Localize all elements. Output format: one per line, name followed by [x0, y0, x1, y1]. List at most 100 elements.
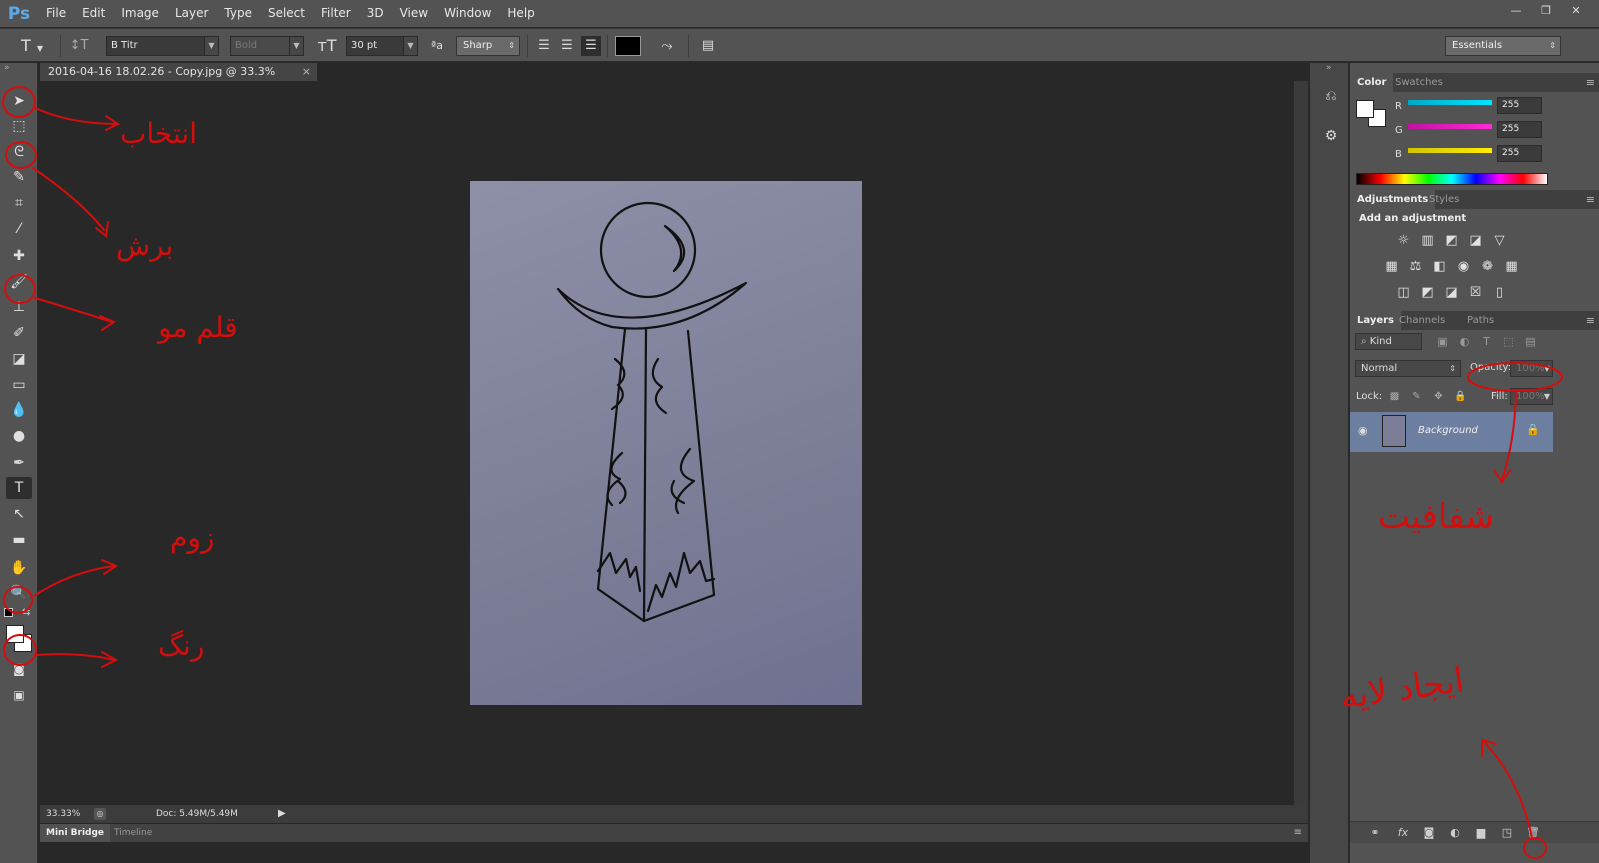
- new-adjustment-icon[interactable]: ◐: [1447, 825, 1463, 841]
- clone-stamp-tool-icon[interactable]: ⊥: [6, 296, 32, 318]
- marquee-tool-icon[interactable]: ⬚: [6, 115, 32, 137]
- move-tool-icon[interactable]: ➤: [6, 90, 32, 112]
- fx-icon[interactable]: fx: [1395, 825, 1411, 841]
- tab-swatches[interactable]: Swatches: [1388, 73, 1450, 92]
- screen-mode-icon[interactable]: ▣: [6, 684, 32, 706]
- color-balance-icon[interactable]: ⚖: [1407, 259, 1424, 274]
- path-select-tool-icon[interactable]: ↖: [6, 503, 32, 525]
- blur-tool-icon[interactable]: 💧: [6, 399, 32, 421]
- lock-position-icon[interactable]: ✥: [1430, 389, 1447, 404]
- blend-mode-select[interactable]: Normal ⇕: [1355, 360, 1461, 377]
- antialias-select[interactable]: Sharp ⇕: [456, 36, 520, 56]
- tab-color[interactable]: Color: [1350, 73, 1394, 92]
- lock-transparent-icon[interactable]: ▩: [1386, 389, 1403, 404]
- panel-menu-icon[interactable]: ≡: [1586, 311, 1595, 330]
- filter-adjustment-icon[interactable]: ◐: [1456, 334, 1473, 349]
- document-tab[interactable]: 2016-04-16 18.02.26 - Copy.jpg @ 33.3% (…: [40, 63, 317, 96]
- zoom-tool-icon[interactable]: 🔍: [6, 582, 32, 604]
- black-white-icon[interactable]: ◧: [1431, 259, 1448, 274]
- eyedropper-tool-icon[interactable]: ⁄: [6, 218, 32, 240]
- menu-3d[interactable]: 3D: [359, 0, 392, 27]
- curves-icon[interactable]: ◩: [1443, 233, 1460, 248]
- channel-b-slider[interactable]: [1408, 148, 1492, 153]
- color-lookup-icon[interactable]: ▦: [1503, 259, 1520, 274]
- color-foreground-swatch[interactable]: [1356, 100, 1374, 118]
- eraser-tool-icon[interactable]: ◪: [6, 348, 32, 370]
- properties-panel-icon[interactable]: ⚙: [1320, 125, 1342, 147]
- tab-mini-bridge[interactable]: Mini Bridge: [40, 824, 111, 842]
- menu-filter[interactable]: Filter: [313, 0, 359, 27]
- crop-tool-icon[interactable]: ⌗: [6, 192, 32, 214]
- close-icon[interactable]: ×: [302, 63, 311, 81]
- channel-mixer-icon[interactable]: ❁: [1479, 259, 1496, 274]
- gradient-tool-icon[interactable]: ▭: [6, 374, 32, 396]
- threshold-icon[interactable]: ◪: [1443, 285, 1460, 300]
- menu-image[interactable]: Image: [113, 0, 167, 27]
- brightness-icon[interactable]: ☼: [1395, 233, 1412, 248]
- fill-input[interactable]: 100% ▼: [1510, 388, 1553, 405]
- canvas-area[interactable]: [40, 81, 1308, 805]
- default-colors-icon[interactable]: [4, 608, 13, 617]
- workspace-select[interactable]: Essentials ⇕: [1445, 36, 1561, 56]
- rectangle-tool-icon[interactable]: ▬: [6, 529, 32, 551]
- font-style-select[interactable]: Bold ▼: [230, 36, 304, 56]
- text-orientation-icon[interactable]: ↕T: [66, 36, 92, 56]
- vibrance-icon[interactable]: ▽: [1491, 233, 1508, 248]
- menu-edit[interactable]: Edit: [74, 0, 113, 27]
- history-panel-icon[interactable]: ⎌: [1320, 85, 1342, 107]
- gradient-map-icon[interactable]: ▯: [1491, 285, 1508, 300]
- channel-g-value[interactable]: 255: [1497, 121, 1542, 138]
- menu-type[interactable]: Type: [216, 0, 260, 27]
- history-brush-tool-icon[interactable]: ✐: [6, 322, 32, 344]
- restore-button[interactable]: ❐: [1533, 2, 1559, 20]
- invert-icon[interactable]: ◫: [1395, 285, 1412, 300]
- pen-tool-icon[interactable]: ✒: [6, 452, 32, 474]
- filter-type-icon[interactable]: T: [1478, 334, 1495, 349]
- new-layer-icon[interactable]: ◳: [1499, 825, 1515, 841]
- hue-saturation-icon[interactable]: ▦: [1383, 259, 1400, 274]
- channel-r-slider[interactable]: [1408, 100, 1492, 105]
- minimize-button[interactable]: —: [1503, 2, 1529, 20]
- panel-menu-icon[interactable]: ≡: [1294, 824, 1302, 842]
- healing-brush-tool-icon[interactable]: ✚: [6, 245, 32, 267]
- lock-pixels-icon[interactable]: ✎: [1408, 389, 1425, 404]
- color-spectrum-bar[interactable]: [1356, 173, 1548, 185]
- share-icon[interactable]: ◎: [94, 808, 106, 820]
- new-group-icon[interactable]: ▆: [1473, 825, 1489, 841]
- eye-icon[interactable]: ◉: [1358, 424, 1368, 437]
- opacity-input[interactable]: 100% ▼: [1510, 360, 1553, 377]
- filter-shape-icon[interactable]: ⬚: [1500, 334, 1517, 349]
- lock-all-icon[interactable]: 🔒: [1452, 389, 1469, 404]
- close-window-button[interactable]: ✕: [1563, 2, 1589, 20]
- menu-help[interactable]: Help: [499, 0, 542, 27]
- layer-filter-select[interactable]: ⌕ Kind: [1355, 333, 1422, 350]
- channel-r-value[interactable]: 255: [1497, 97, 1542, 114]
- align-center-icon[interactable]: ☰: [558, 36, 576, 56]
- menu-view[interactable]: View: [392, 0, 436, 27]
- filter-pixel-icon[interactable]: ▣: [1434, 334, 1451, 349]
- text-color-swatch[interactable]: [615, 36, 641, 56]
- tab-styles[interactable]: Styles: [1422, 190, 1466, 209]
- tab-channels[interactable]: Channels: [1392, 311, 1452, 330]
- filter-smart-icon[interactable]: ▤: [1522, 334, 1539, 349]
- quick-mask-icon[interactable]: ◙: [6, 658, 32, 680]
- layer-name[interactable]: Background: [1418, 425, 1478, 436]
- dodge-tool-icon[interactable]: ●: [6, 425, 32, 447]
- status-menu-icon[interactable]: ▶: [278, 805, 286, 823]
- document-canvas[interactable]: [470, 181, 862, 705]
- font-size-select[interactable]: 30 pt ▼: [346, 36, 418, 56]
- collapse-icon[interactable]: »: [1326, 63, 1332, 73]
- lasso-tool-icon[interactable]: ᘓ: [6, 141, 32, 163]
- menu-select[interactable]: Select: [260, 0, 313, 27]
- tab-paths[interactable]: Paths: [1460, 311, 1501, 330]
- menu-file[interactable]: File: [38, 0, 74, 27]
- align-left-icon[interactable]: ☰: [535, 36, 553, 56]
- swap-colors-icon[interactable]: ⇆: [22, 607, 30, 618]
- panel-menu-icon[interactable]: ≡: [1586, 190, 1595, 209]
- brush-tool-icon[interactable]: 🖌: [6, 271, 32, 293]
- exposure-icon[interactable]: ◪: [1467, 233, 1484, 248]
- menu-window[interactable]: Window: [436, 0, 499, 27]
- photo-filter-icon[interactable]: ◉: [1455, 259, 1472, 274]
- selective-color-icon[interactable]: ☒: [1467, 285, 1484, 300]
- align-right-icon[interactable]: ☰: [581, 36, 601, 56]
